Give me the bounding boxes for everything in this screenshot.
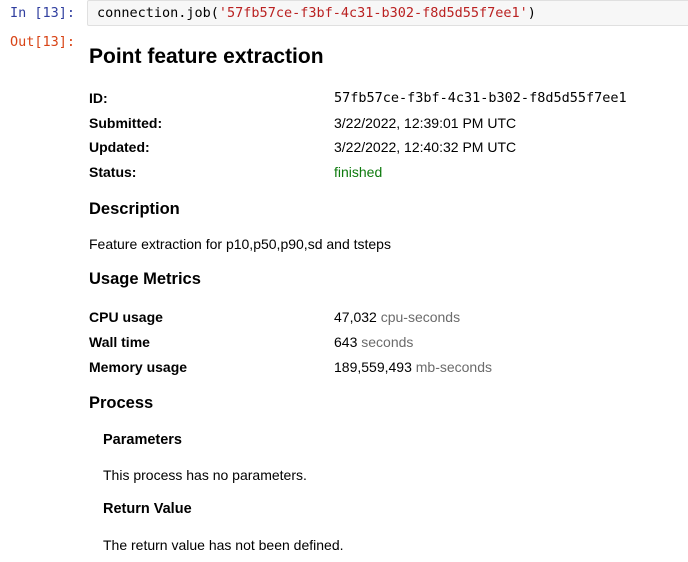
code-suffix: ) bbox=[527, 5, 536, 21]
meta-label-submitted: Submitted: bbox=[89, 115, 163, 131]
usage-label-memory: Memory usage bbox=[89, 359, 188, 375]
meta-value-id: 57fb57ce-f3bf-4c31-b302-f8d5d55f7ee1 bbox=[334, 90, 627, 106]
meta-value-submitted: 3/22/2022, 12:39:01 PM UTC bbox=[334, 115, 517, 131]
description-text: Feature extraction for p10,p50,p90,sd an… bbox=[89, 236, 391, 252]
code-line[interactable]: connection.job('57fb57ce-f3bf-4c31-b302-… bbox=[97, 4, 536, 22]
input-prompt: In [13]: bbox=[10, 5, 76, 21]
usage-unit: mb-seconds bbox=[415, 359, 493, 375]
return-value-text: The return value has not been defined. bbox=[103, 537, 344, 553]
usage-label-wall-time: Wall time bbox=[89, 334, 150, 350]
parameters-heading: Parameters bbox=[103, 432, 182, 448]
return-value-heading: Return Value bbox=[103, 501, 192, 517]
job-title: Point feature extraction bbox=[89, 45, 324, 68]
meta-label-updated: Updated: bbox=[89, 139, 150, 155]
code-prefix: connection.job( bbox=[97, 5, 219, 21]
usage-unit: cpu-seconds bbox=[380, 309, 461, 325]
usage-number: 189,559,493 bbox=[334, 359, 412, 375]
meta-label-status: Status: bbox=[89, 164, 137, 180]
usage-label-cpu: CPU usage bbox=[89, 309, 163, 325]
usage-value-wall-time: 643 seconds bbox=[334, 333, 413, 351]
process-heading: Process bbox=[89, 394, 154, 412]
output-prompt: Out[13]: bbox=[10, 34, 76, 50]
description-heading: Description bbox=[89, 200, 180, 218]
usage-value-cpu: 47,032 cpu-seconds bbox=[334, 308, 460, 326]
usage-value-memory: 189,559,493 mb-seconds bbox=[334, 358, 492, 376]
usage-number: 643 bbox=[334, 334, 358, 350]
usage-metrics-heading: Usage Metrics bbox=[89, 270, 201, 288]
usage-unit: seconds bbox=[361, 334, 414, 350]
parameters-text: This process has no parameters. bbox=[103, 467, 307, 483]
code-string-literal: '57fb57ce-f3bf-4c31-b302-f8d5d55f7ee1' bbox=[218, 5, 528, 21]
usage-number: 47,032 bbox=[334, 309, 377, 325]
status-badge: finished bbox=[334, 164, 383, 180]
meta-label-id: ID: bbox=[89, 90, 108, 106]
meta-value-updated: 3/22/2022, 12:40:32 PM UTC bbox=[334, 139, 517, 155]
